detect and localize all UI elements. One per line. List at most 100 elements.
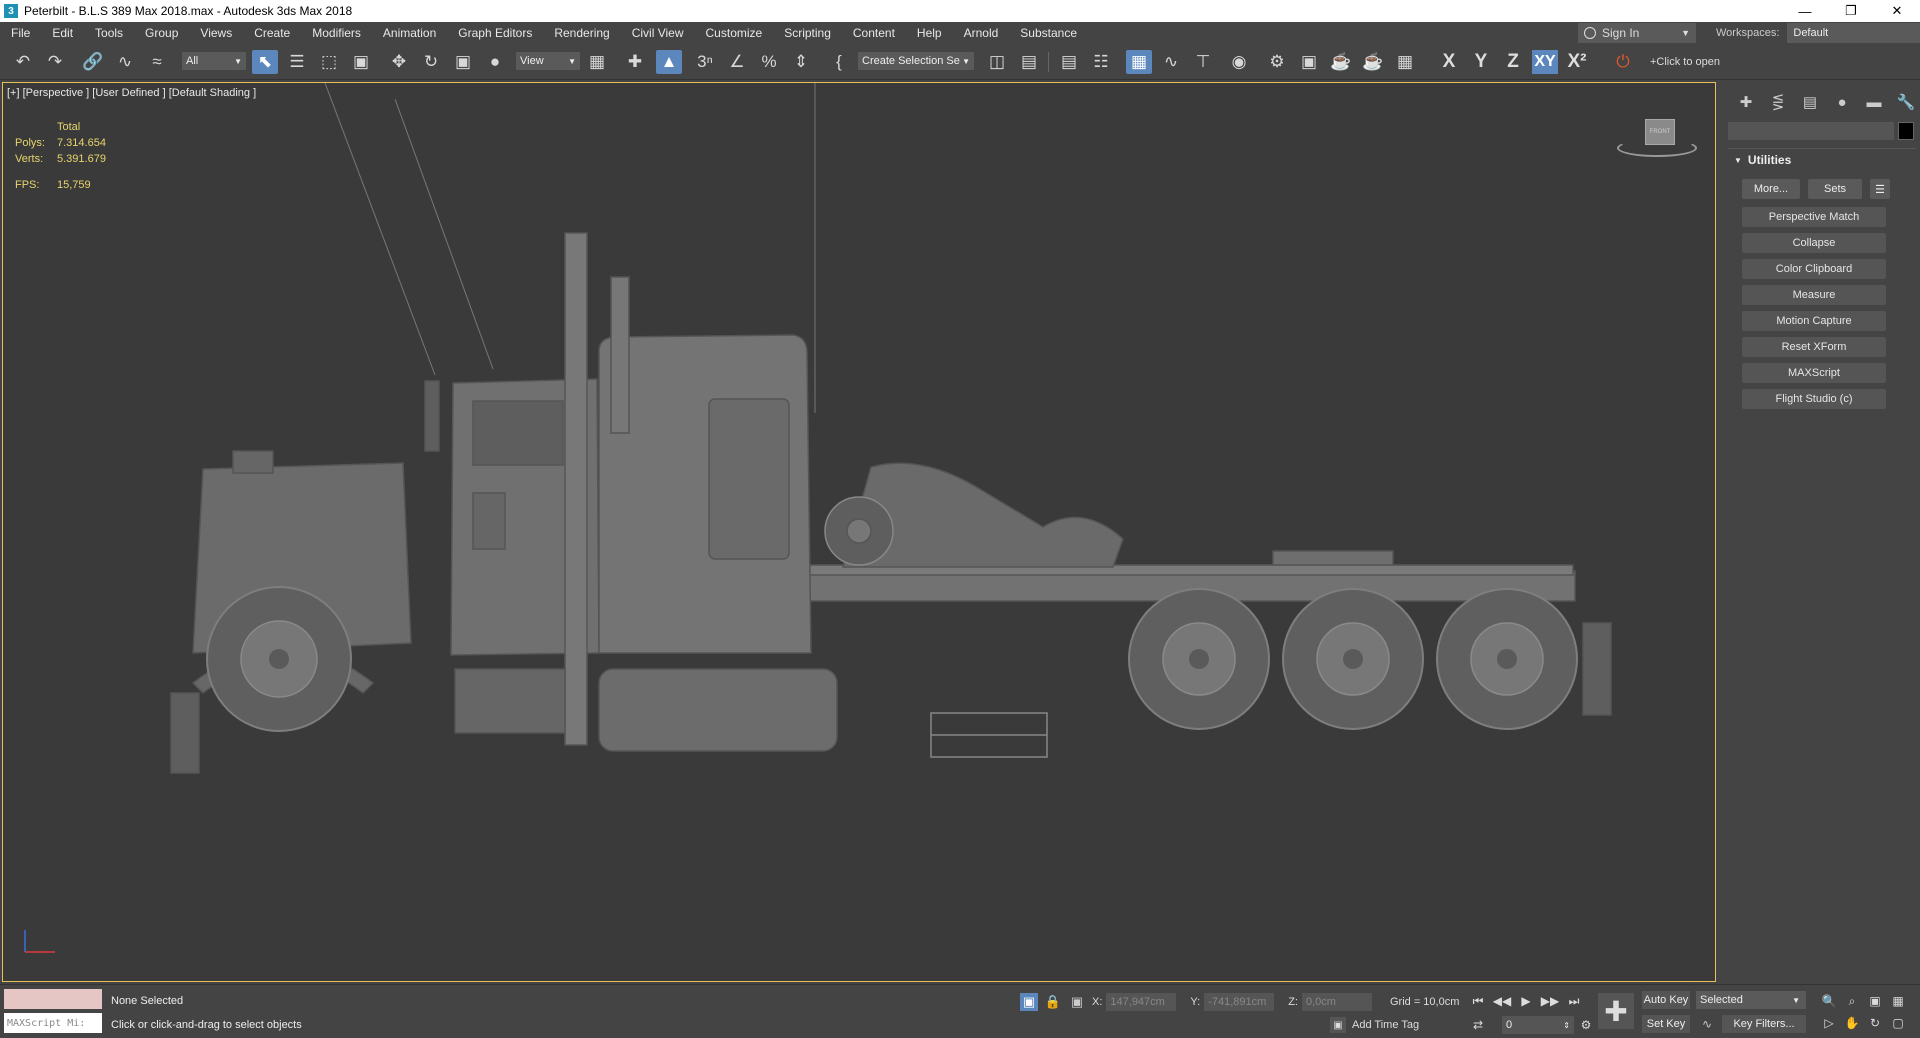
named-selection-set-select[interactable]: Create Selection Se ▼ (858, 52, 974, 70)
next-frame-icon[interactable]: ▶▶ (1538, 991, 1562, 1011)
key-selection-select[interactable]: Selected ▼ (1696, 991, 1806, 1009)
set-keys-icon[interactable]: ✚ (1598, 993, 1634, 1029)
rendered-frame-window-icon[interactable]: ▣ (1296, 50, 1322, 74)
render-in-cloud-icon[interactable]: ▦ (1392, 50, 1418, 74)
menu-customize[interactable]: Customize (695, 22, 774, 44)
axis-x-button[interactable]: X (1436, 50, 1462, 74)
default-in-out-tangents-icon[interactable]: ∿ (1698, 1015, 1716, 1033)
measure-button[interactable]: Measure (1742, 285, 1886, 305)
select-manipulate-icon[interactable]: ✚ (622, 50, 648, 74)
menu-views[interactable]: Views (189, 22, 243, 44)
menu-group[interactable]: Group (134, 22, 189, 44)
schematic-view-icon[interactable]: ⊤ (1190, 50, 1216, 74)
object-name-field[interactable] (1728, 122, 1894, 140)
utilities-rollout-header[interactable]: ▼ Utilities (1728, 149, 1916, 171)
axis-y-button[interactable]: Y (1468, 50, 1494, 74)
select-scale-icon[interactable]: ▣ (450, 50, 476, 74)
material-editor-icon[interactable]: ◉ (1226, 50, 1252, 74)
unlink-icon[interactable]: ∿ (112, 50, 138, 74)
motion-tab-icon[interactable]: ● (1826, 90, 1858, 114)
maxscript-button[interactable]: MAXScript (1742, 363, 1886, 383)
key-mode-toggle-icon[interactable]: ⇄ (1466, 1015, 1490, 1035)
utilities-tab-icon[interactable]: 🔧 (1890, 90, 1920, 114)
menu-graph-editors[interactable]: Graph Editors (447, 22, 543, 44)
place-icon[interactable]: ● (482, 50, 508, 74)
edit-named-selection-icon[interactable]: { (826, 50, 852, 74)
hierarchy-tab-icon[interactable]: ▤ (1794, 90, 1826, 114)
toggle-ribbon-icon[interactable]: ▦ (1126, 50, 1152, 74)
motion-capture-button[interactable]: Motion Capture (1742, 311, 1886, 331)
sign-in-dropdown[interactable]: Sign In ▼ (1578, 23, 1696, 43)
angle-snap-icon[interactable]: ∠ (724, 50, 750, 74)
go-to-start-icon[interactable]: ⏮ (1466, 991, 1490, 1011)
zoom-extents-icon[interactable]: ▣ (1864, 991, 1886, 1011)
truck-model[interactable] (3, 83, 1716, 982)
create-tab-icon[interactable]: ✚ (1730, 90, 1762, 114)
configure-sets-icon[interactable]: ☰ (1870, 179, 1890, 199)
axis-xy-button[interactable]: XY (1532, 50, 1558, 74)
zoom-extents-all-icon[interactable]: ▦ (1887, 991, 1909, 1011)
scene-explorer-icon[interactable]: ▤ (1056, 50, 1082, 74)
zoom-icon[interactable]: 🔍 (1818, 991, 1840, 1011)
minimize-button[interactable]: — (1782, 0, 1828, 22)
color-clipboard-button[interactable]: Color Clipboard (1742, 259, 1886, 279)
select-by-name-icon[interactable]: ☰ (284, 50, 310, 74)
select-move-icon[interactable]: ✥ (386, 50, 412, 74)
render-activeshade-icon[interactable]: ☕ (1360, 50, 1386, 74)
object-color-swatch[interactable] (1898, 122, 1914, 140)
collapse-button[interactable]: Collapse (1742, 233, 1886, 253)
menu-arnold[interactable]: Arnold (953, 22, 1010, 44)
pivot-center-icon[interactable]: ▦ (584, 50, 610, 74)
mirror-icon[interactable]: ◫ (984, 50, 1010, 74)
menu-substance[interactable]: Substance (1009, 22, 1088, 44)
previous-frame-icon[interactable]: ◀◀ (1490, 991, 1514, 1011)
keyboard-shortcut-override-icon[interactable]: ▲ (656, 50, 682, 74)
auto-key-button[interactable]: Auto Key (1642, 991, 1690, 1009)
play-icon[interactable]: ▶ (1514, 991, 1538, 1011)
z-coordinate-field[interactable]: 0,0cm (1301, 993, 1372, 1011)
selection-lock-icon[interactable]: 🔒 (1044, 993, 1062, 1011)
x-coordinate-field[interactable]: 147,947cm (1106, 993, 1177, 1011)
pan-icon[interactable]: ✋ (1841, 1013, 1863, 1033)
redo-icon[interactable]: ↷ (42, 50, 68, 74)
power-icon[interactable]: ⏻ (1610, 50, 1636, 74)
set-key-button[interactable]: Set Key (1642, 1015, 1690, 1033)
key-filters-button[interactable]: Key Filters... (1722, 1015, 1806, 1033)
flight-studio-button[interactable]: Flight Studio (c) (1742, 389, 1886, 409)
menu-tools[interactable]: Tools (84, 22, 134, 44)
add-time-tag[interactable]: ▣ Add Time Tag (1330, 1017, 1419, 1033)
maxscript-mini-listener[interactable]: MAXScript Mi: (4, 1013, 102, 1033)
maxscript-listener-output[interactable] (4, 989, 102, 1009)
field-of-view-icon[interactable]: ▷ (1818, 1013, 1840, 1033)
select-rotate-icon[interactable]: ↻ (418, 50, 444, 74)
percent-snap-icon[interactable]: % (756, 50, 782, 74)
display-tab-icon[interactable]: ▬ (1858, 90, 1890, 114)
perspective-match-button[interactable]: Perspective Match (1742, 207, 1886, 227)
reset-xform-button[interactable]: Reset XForm (1742, 337, 1886, 357)
modify-tab-icon[interactable]: ⋚ (1762, 90, 1794, 114)
click-to-open-label[interactable]: +Click to open (1650, 56, 1720, 68)
y-coordinate-field[interactable]: -741,891cm (1204, 993, 1275, 1011)
undo-icon[interactable]: ↶ (10, 50, 36, 74)
selection-filter-select[interactable]: All ▼ (182, 52, 246, 70)
rectangular-selection-icon[interactable]: ⬚ (316, 50, 342, 74)
more-button[interactable]: More... (1742, 179, 1800, 199)
menu-content[interactable]: Content (842, 22, 906, 44)
axis-constraint-button[interactable]: X² (1564, 50, 1590, 74)
window-crossing-icon[interactable]: ▣ (348, 50, 374, 74)
snaps-toggle-icon[interactable]: 3ⁿ (692, 50, 718, 74)
menu-civil-view[interactable]: Civil View (621, 22, 695, 44)
restore-button[interactable]: ❐ (1828, 0, 1874, 22)
sets-button[interactable]: Sets (1808, 179, 1862, 199)
workspace-select[interactable]: Default ▼ (1787, 23, 1920, 43)
curve-editor-icon[interactable]: ∿ (1158, 50, 1184, 74)
render-production-icon[interactable]: ☕ (1328, 50, 1354, 74)
go-to-end-icon[interactable]: ⏭ (1562, 991, 1586, 1011)
layer-explorer-icon[interactable]: ☷ (1088, 50, 1114, 74)
menu-scripting[interactable]: Scripting (773, 22, 842, 44)
menu-help[interactable]: Help (906, 22, 953, 44)
menu-create[interactable]: Create (243, 22, 301, 44)
spinner-snap-icon[interactable]: ⇕ (788, 50, 814, 74)
perspective-viewport[interactable]: [+] [Perspective ] [User Defined ] [Defa… (2, 82, 1716, 982)
isolate-selection-icon[interactable]: ▣ (1020, 993, 1038, 1011)
